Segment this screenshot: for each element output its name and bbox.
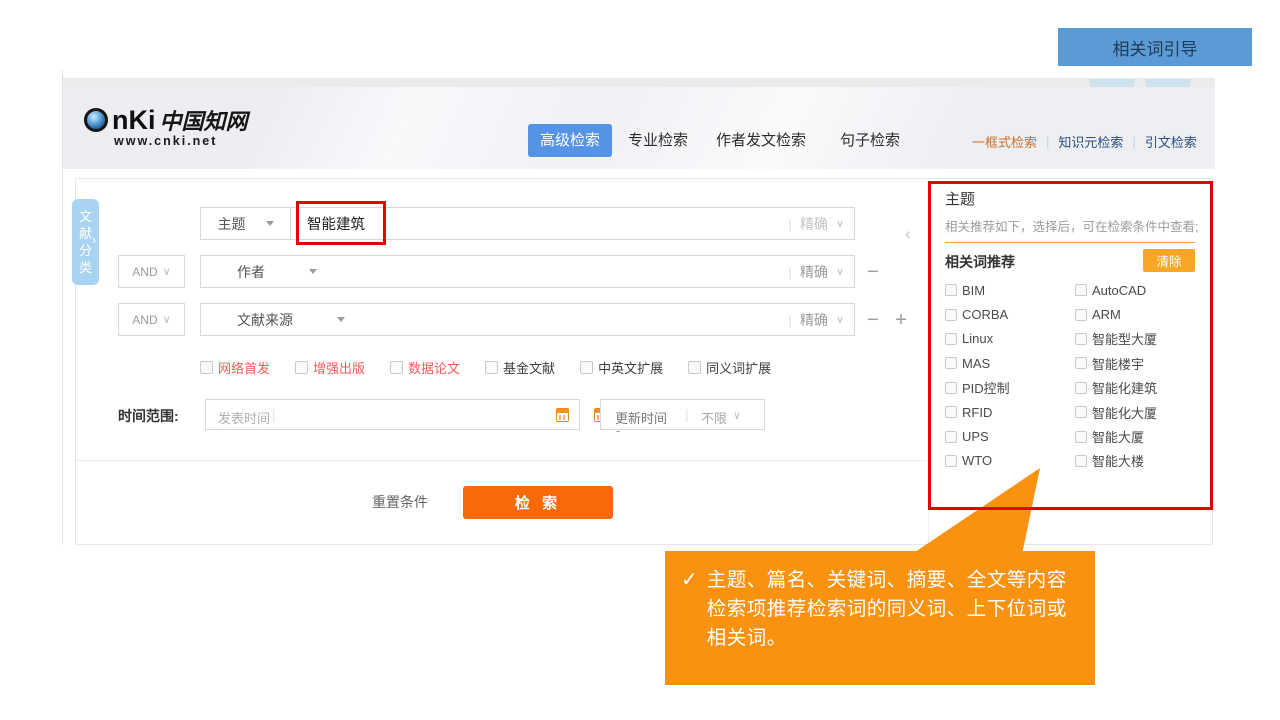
checkbox-label: 同义词扩展 — [706, 358, 771, 377]
match-mode-select[interactable]: | 精确 ∨ — [788, 262, 844, 282]
remove-row-button[interactable]: − — [860, 259, 886, 285]
quick-links: 一框式检索 | 知识元检索 | 引文检索 — [972, 131, 1197, 151]
separator-icon: | — [788, 216, 792, 232]
search-row-author[interactable]: 作者 | 精确 ∨ — [200, 255, 855, 288]
field-select-theme[interactable]: 主题 — [200, 207, 291, 240]
callout-text: 主题、篇名、关键词、摘要、全文等内容检索项推荐检索词的同义词、上下位词或相关词。 — [707, 566, 1081, 685]
checkbox-label: 中英文扩展 — [598, 358, 663, 377]
checkbox-icon — [688, 361, 701, 374]
match-mode-label: 精确 — [800, 310, 828, 330]
annotation-red-box-recommend-panel — [928, 181, 1213, 510]
match-mode-label: 精确 — [800, 262, 828, 282]
checkbox-label: 网络首发 — [218, 358, 270, 377]
collapse-left-icon: ‹ — [905, 224, 911, 244]
operator-select-row2[interactable]: AND ∨ — [118, 255, 185, 288]
option-checkbox-row: 网络首发 增强出版 数据论文 基金文献 中英文扩展 同义词扩展 — [200, 358, 771, 377]
search-row-source[interactable]: 文献来源 | 精确 ∨ — [200, 303, 855, 336]
caret-down-icon — [266, 221, 274, 226]
separator-icon: | — [788, 264, 792, 280]
annotation-badge: 相关词引导 — [1058, 28, 1252, 66]
update-time-label: 更新时间 — [615, 408, 667, 427]
match-mode-label: 精确 — [800, 214, 828, 234]
match-mode-select[interactable]: | 精确 ∨ — [788, 310, 844, 330]
checkbox-funded-literature[interactable]: 基金文献 — [485, 358, 555, 377]
time-range-label: 时间范围: — [118, 406, 179, 426]
tab-sentence-search[interactable]: 句子检索 — [832, 124, 908, 157]
checkbox-enhanced-publishing[interactable]: 增强出版 — [295, 358, 365, 377]
chevron-down-icon: ∨ — [836, 313, 844, 326]
checkbox-online-first[interactable]: 网络首发 — [200, 358, 270, 377]
separator-icon: | — [272, 406, 276, 422]
separator-icon: | — [788, 312, 792, 328]
operator-label: AND — [132, 313, 157, 327]
separator-icon: | — [1132, 134, 1135, 149]
caret-down-icon — [309, 269, 317, 274]
match-mode-select[interactable]: | 精确 ∨ — [788, 214, 844, 234]
cnki-advanced-search-page: 相关词引导 nKi 中国知网 www.cnki.net 高级检索 专业检索 作者… — [0, 0, 1280, 720]
checkbox-icon — [580, 361, 593, 374]
separator-icon: | — [685, 406, 689, 422]
expand-right-icon: › — [92, 232, 96, 247]
cnki-logo[interactable]: nKi 中国知网 www.cnki.net — [84, 104, 248, 148]
remove-row-button[interactable]: − — [860, 307, 886, 333]
chevron-down-icon: ∨ — [163, 265, 171, 278]
tab-advanced-search[interactable]: 高级检索 — [528, 124, 612, 157]
logo-brand-text: nKi — [112, 105, 156, 136]
annotation-red-box-search-term — [296, 201, 386, 245]
chevron-down-icon: ∨ — [163, 313, 171, 326]
link-knowledge-element-search[interactable]: 知识元检索 — [1058, 132, 1123, 151]
chevron-down-icon: ∨ — [836, 265, 844, 278]
chevron-down-icon: ∨ — [733, 409, 741, 422]
update-time-select[interactable]: 更新时间 | 不限 ∨ — [600, 399, 765, 430]
checkbox-cn-en-extension[interactable]: 中英文扩展 — [580, 358, 663, 377]
caret-down-icon — [337, 317, 345, 322]
checkbox-icon — [390, 361, 403, 374]
add-row-button[interactable]: + — [888, 307, 914, 333]
checkbox-icon — [200, 361, 213, 374]
publish-date-range-input[interactable]: 发表时间 | -- — [205, 399, 580, 430]
checkbox-icon — [295, 361, 308, 374]
globe-icon — [84, 108, 108, 132]
cropped-browser-edge — [62, 78, 1215, 87]
separator-icon: | — [1046, 134, 1049, 149]
publish-date-label: 发表时间 — [218, 408, 270, 427]
reset-conditions-button[interactable]: 重置条件 — [372, 486, 428, 519]
tab-author-search[interactable]: 作者发文检索 — [706, 124, 816, 157]
search-button[interactable]: 检 索 — [463, 486, 613, 519]
field-select-label: 主题 — [218, 214, 246, 234]
checkbox-label: 数据论文 — [408, 358, 460, 377]
link-onebox-search[interactable]: 一框式检索 — [972, 132, 1037, 151]
operator-select-row3[interactable]: AND ∨ — [118, 303, 185, 336]
checkmark-icon: ✓ — [681, 566, 698, 685]
update-time-value: 不限 — [701, 408, 727, 427]
form-divider — [76, 460, 927, 461]
link-citation-search[interactable]: 引文检索 — [1145, 132, 1197, 151]
field-select-label: 作者 — [237, 262, 265, 282]
checkbox-label: 增强出版 — [313, 358, 365, 377]
checkbox-data-paper[interactable]: 数据论文 — [390, 358, 460, 377]
field-select-label: 文献来源 — [237, 310, 293, 330]
cropped-ui-chip — [1090, 79, 1134, 87]
checkbox-synonym-extension[interactable]: 同义词扩展 — [688, 358, 771, 377]
annotation-callout: ✓ 主题、篇名、关键词、摘要、全文等内容检索项推荐检索词的同义词、上下位词或相关… — [665, 551, 1095, 685]
tab-professional-search[interactable]: 专业检索 — [620, 124, 696, 157]
calendar-icon[interactable] — [556, 408, 569, 422]
logo-site-url: www.cnki.net — [114, 134, 248, 148]
checkbox-label: 基金文献 — [503, 358, 555, 377]
cropped-ui-chip — [1146, 79, 1190, 87]
operator-label: AND — [132, 265, 157, 279]
checkbox-icon — [485, 361, 498, 374]
chevron-down-icon: ∨ — [836, 217, 844, 230]
logo-chinese-text: 中国知网 — [160, 104, 248, 136]
annotation-badge-label: 相关词引导 — [1113, 35, 1198, 60]
